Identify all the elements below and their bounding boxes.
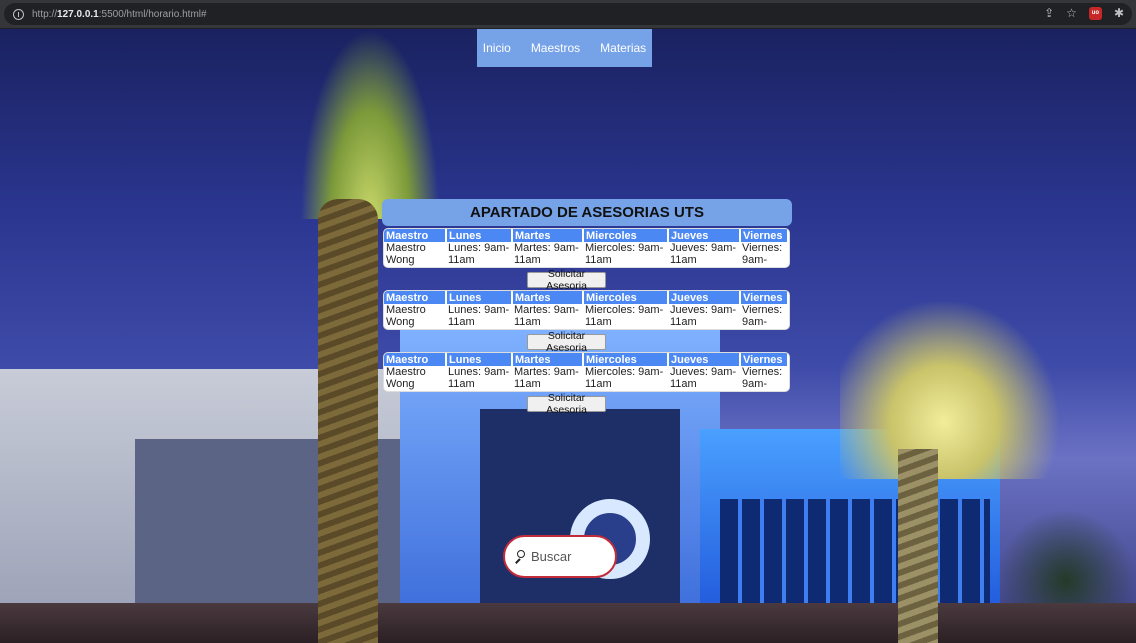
header-lunes: Lunes bbox=[446, 353, 513, 366]
palm-trunk-left bbox=[318, 199, 378, 643]
main-nav: Inicio Maestros Materias bbox=[477, 29, 652, 67]
table-header-row: Maestro Lunes Martes Miercoles Jueves Vi… bbox=[384, 353, 789, 366]
header-lunes: Lunes bbox=[446, 291, 513, 304]
info-icon[interactable] bbox=[13, 8, 24, 20]
schedule-table: Maestro Lunes Martes Miercoles Jueves Vi… bbox=[383, 352, 790, 392]
nav-maestros[interactable]: Maestros bbox=[531, 41, 580, 55]
header-viernes: Viernes bbox=[740, 291, 789, 304]
ublock-extension-icon[interactable]: uo bbox=[1088, 6, 1102, 20]
cell-lunes: Lunes: 9am-11am bbox=[448, 242, 510, 266]
building-right-glass bbox=[720, 499, 990, 609]
table-header-row: Maestro Lunes Martes Miercoles Jueves Vi… bbox=[384, 291, 789, 304]
url-text[interactable]: http://127.0.0.1:5500/html/horario.html# bbox=[32, 9, 207, 20]
cell-viernes: Viernes: 9am-11am bbox=[742, 304, 783, 329]
cell-jueves: Jueves: 9am-11am bbox=[670, 366, 737, 390]
schedule-table: Maestro Lunes Martes Miercoles Jueves Vi… bbox=[383, 228, 790, 268]
nav-inicio[interactable]: Inicio bbox=[483, 41, 511, 55]
page-title: APARTADO DE ASESORIAS UTS bbox=[382, 199, 792, 226]
header-miercoles: Miercoles bbox=[583, 291, 669, 304]
search-input[interactable] bbox=[529, 548, 613, 565]
cell-miercoles: Miercoles: 9am-11am bbox=[585, 242, 664, 266]
cell-maestro: Maestro Wong bbox=[386, 366, 426, 390]
cell-jueves: Jueves: 9am-11am bbox=[670, 304, 737, 328]
cell-jueves: Jueves: 9am-11am bbox=[670, 242, 737, 266]
address-bar[interactable]: http://127.0.0.1:5500/html/horario.html# bbox=[4, 3, 1132, 25]
table-row: Maestro Wong Lunes: 9am-11am Martes: 9am… bbox=[384, 366, 788, 391]
search-box bbox=[503, 535, 617, 578]
solicitar-asesoria-button[interactable]: Solicitar Asesoria bbox=[527, 268, 606, 292]
header-viernes: Viernes bbox=[740, 229, 789, 242]
schedule-table: Maestro Lunes Martes Miercoles Jueves Vi… bbox=[383, 290, 790, 330]
cell-lunes: Lunes: 9am-11am bbox=[448, 304, 510, 328]
header-jueves: Jueves bbox=[668, 229, 741, 242]
palm-leaves-right bbox=[840, 289, 1070, 479]
table-row: Maestro Wong Lunes: 9am-11am Martes: 9am… bbox=[384, 242, 788, 267]
solicitar-asesoria-button[interactable]: Solicitar Asesoria bbox=[527, 330, 606, 354]
header-martes: Martes bbox=[512, 353, 584, 366]
cell-viernes: Viernes: 9am-11am bbox=[742, 242, 783, 267]
nav-materias[interactable]: Materias bbox=[600, 41, 646, 55]
cell-lunes: Lunes: 9am-11am bbox=[448, 366, 510, 390]
palm-leaves-left bbox=[300, 29, 440, 219]
search-icon bbox=[513, 549, 527, 564]
cell-maestro: Maestro Wong bbox=[386, 304, 426, 328]
solicitar-asesoria-button[interactable]: Solicitar Asesoria bbox=[527, 392, 606, 416]
share-icon[interactable]: ⇪ bbox=[1044, 6, 1054, 20]
table-header-row: Maestro Lunes Martes Miercoles Jueves Vi… bbox=[384, 229, 789, 242]
cell-maestro: Maestro Wong bbox=[386, 242, 426, 266]
cell-martes: Martes: 9am-11am bbox=[514, 304, 579, 328]
header-miercoles: Miercoles bbox=[583, 353, 669, 366]
header-martes: Martes bbox=[512, 229, 584, 242]
cell-viernes: Viernes: 9am-11am bbox=[742, 366, 783, 391]
extensions-puzzle-icon[interactable]: ✱ bbox=[1114, 6, 1124, 20]
ground bbox=[0, 603, 1136, 643]
palm-trunk-right bbox=[898, 449, 938, 643]
header-jueves: Jueves bbox=[668, 291, 741, 304]
browser-toolbar: http://127.0.0.1:5500/html/horario.html#… bbox=[0, 0, 1136, 29]
header-maestro: Maestro bbox=[384, 353, 447, 366]
header-lunes: Lunes bbox=[446, 229, 513, 242]
header-maestro: Maestro bbox=[384, 291, 447, 304]
header-jueves: Jueves bbox=[668, 353, 741, 366]
table-row: Maestro Wong Lunes: 9am-11am Martes: 9am… bbox=[384, 304, 788, 329]
header-maestro: Maestro bbox=[384, 229, 447, 242]
header-viernes: Viernes bbox=[740, 353, 789, 366]
header-miercoles: Miercoles bbox=[583, 229, 669, 242]
header-martes: Martes bbox=[512, 291, 584, 304]
star-icon[interactable]: ☆ bbox=[1066, 6, 1077, 20]
cell-martes: Martes: 9am-11am bbox=[514, 366, 579, 390]
browser-actions: ⇪ ☆ uo ✱ bbox=[1044, 6, 1124, 20]
cell-miercoles: Miercoles: 9am-11am bbox=[585, 366, 664, 390]
cell-martes: Martes: 9am-11am bbox=[514, 242, 579, 266]
cell-miercoles: Miercoles: 9am-11am bbox=[585, 304, 664, 328]
